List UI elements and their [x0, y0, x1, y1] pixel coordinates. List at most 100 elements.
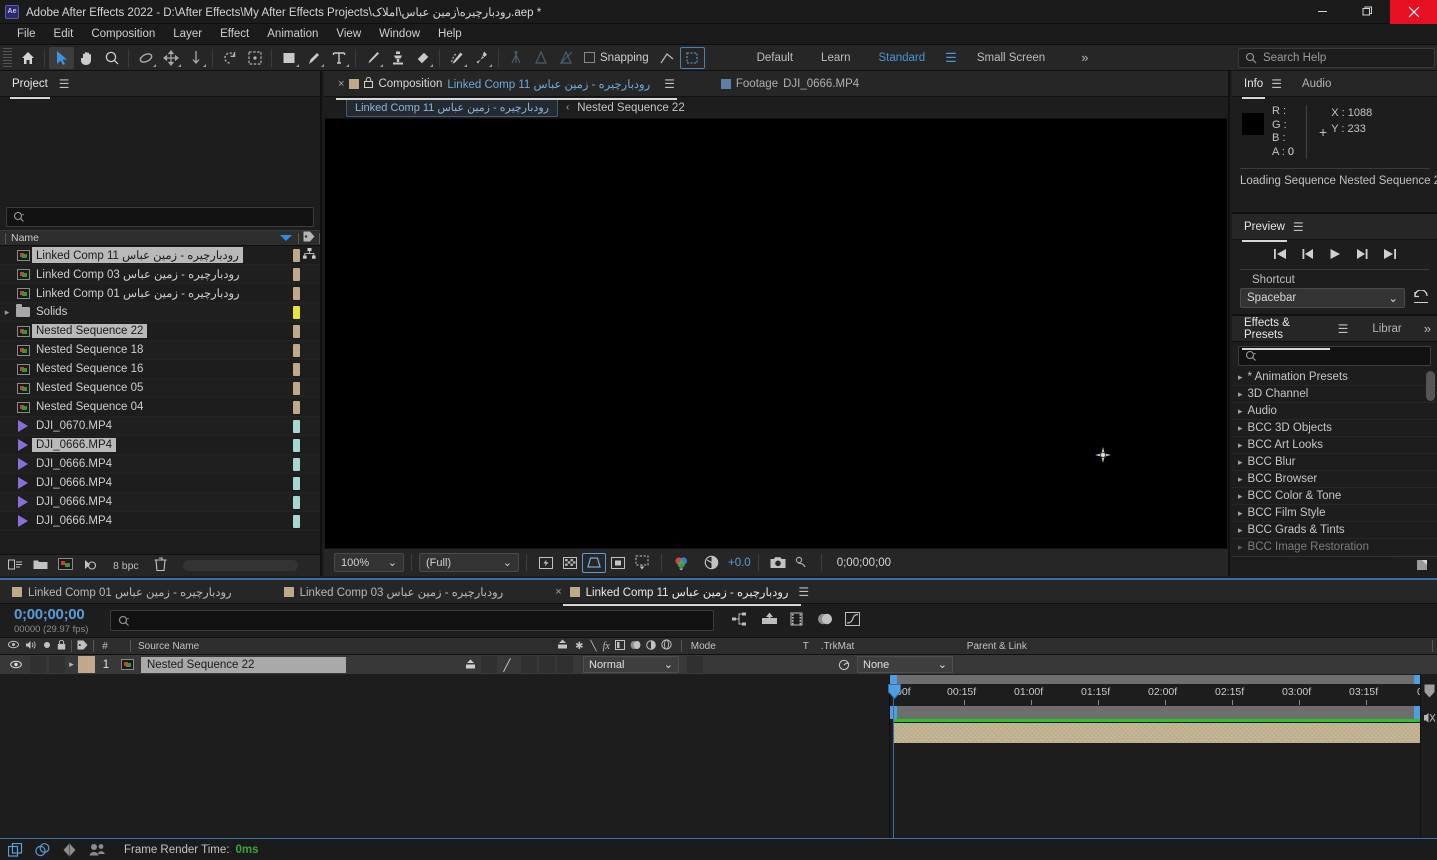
work-area-protect-icon[interactable] — [1421, 684, 1437, 698]
label-color-swatch[interactable] — [293, 514, 300, 528]
last-frame-icon[interactable] — [1383, 248, 1397, 263]
label-color-swatch[interactable] — [293, 362, 300, 376]
proportional-grid-icon[interactable] — [606, 553, 630, 573]
effect-category-2[interactable]: ▸ Audio — [1232, 403, 1437, 420]
workspace-menu-icon[interactable]: ☰ — [939, 50, 963, 66]
twisty-icon[interactable]: ▸ — [1238, 389, 1243, 400]
project-items-list[interactable]: رودبارچیره - زمین عباس Linked Comp 11 رو… — [0, 246, 320, 554]
snapping-checkbox[interactable] — [584, 52, 595, 63]
label-color-swatch[interactable] — [293, 324, 300, 338]
snapshot-camera-icon[interactable] — [766, 553, 790, 573]
work-area-bar-bottom[interactable] — [890, 706, 1437, 719]
twisty-icon[interactable]: ▸ — [1238, 457, 1243, 468]
delete-icon[interactable] — [154, 557, 167, 574]
sort-descending-icon[interactable] — [280, 235, 292, 241]
duplicate-frames-icon[interactable] — [8, 842, 23, 857]
minimize-button[interactable] — [1300, 0, 1345, 24]
first-frame-icon[interactable] — [1273, 248, 1287, 263]
menu-edit[interactable]: Edit — [45, 26, 83, 42]
color-depth-icon[interactable] — [83, 558, 98, 574]
close-icon[interactable]: × — [338, 78, 344, 90]
panel-menu-icon[interactable]: ☰ — [59, 77, 70, 91]
label-color-swatch[interactable] — [293, 305, 300, 319]
layer-mode-select[interactable]: Normal ⌄ — [583, 656, 679, 673]
label-color-swatch[interactable] — [293, 381, 300, 395]
tab-audio[interactable]: Audio — [1300, 74, 1333, 94]
snapping-toggle[interactable]: Snapping — [584, 52, 649, 64]
layer-audio-toggle[interactable] — [30, 656, 46, 673]
timeline-search-input[interactable] — [110, 610, 714, 631]
menu-view[interactable]: View — [327, 26, 370, 42]
hand-tool-icon[interactable] — [74, 47, 99, 69]
tab-footage[interactable]: Footage DJI_0666.MP4 — [715, 74, 865, 94]
twisty-icon[interactable]: ▸ — [1238, 542, 1243, 553]
layer-motionblur-switch[interactable] — [557, 656, 573, 673]
tab-libraries[interactable]: Librar — [1370, 319, 1403, 339]
eraser-tool-icon[interactable] — [410, 47, 435, 69]
label-color-swatch[interactable] — [293, 400, 300, 414]
project-search-input[interactable] — [6, 207, 314, 227]
collaborate-icon[interactable] — [89, 843, 106, 856]
exposure-value[interactable]: +0.0 — [728, 557, 751, 569]
puppet-pin-icon[interactable] — [469, 47, 494, 69]
twisty-icon[interactable]: ▸ — [1238, 423, 1243, 434]
project-item-5[interactable]: Nested Sequence 18 — [0, 341, 320, 360]
layer-frameblend-switch[interactable] — [539, 656, 555, 673]
project-item-6[interactable]: Nested Sequence 16 — [0, 360, 320, 379]
effect-category-4[interactable]: ▸ BCC Art Looks — [1232, 437, 1437, 454]
toolbar-grip[interactable] — [3, 47, 12, 68]
column-trkmat-label[interactable]: .TrkMat — [821, 641, 967, 652]
effect-category-7[interactable]: ▸ BCC Color & Tone — [1232, 488, 1437, 505]
layer-duration-bar[interactable] — [893, 723, 1420, 743]
project-item-13[interactable]: DJI_0666.MP4 — [0, 493, 320, 512]
reset-icon[interactable] — [1413, 289, 1429, 307]
snapping-disabled-icon[interactable] — [553, 47, 578, 69]
play-icon[interactable] — [1329, 248, 1341, 263]
layer-quality-switch[interactable]: ╱ — [497, 656, 517, 674]
preview-panel-menu-icon[interactable]: ☰ — [1293, 220, 1304, 234]
project-item-3[interactable]: ▸ Solids — [0, 303, 320, 322]
previous-frame-icon[interactable] — [1301, 248, 1315, 263]
column-mode-label[interactable]: Mode — [691, 641, 803, 652]
menu-layer[interactable]: Layer — [164, 26, 211, 42]
effect-category-0[interactable]: ▸ * Animation Presets — [1232, 369, 1437, 386]
tab-effects-and-presets[interactable]: Effects & Presets — [1242, 313, 1330, 350]
effect-category-9[interactable]: ▸ BCC Grads & Tints — [1232, 522, 1437, 539]
effect-category-1[interactable]: ▸ 3D Channel — [1232, 386, 1437, 403]
effects-panel-menu-icon[interactable]: ☰ — [1338, 322, 1349, 336]
label-color-swatch[interactable] — [293, 476, 300, 490]
project-item-12[interactable]: DJI_0666.MP4 — [0, 474, 320, 493]
effect-category-10[interactable]: ▸ BCC Image Restoration — [1232, 539, 1437, 556]
menu-help[interactable]: Help — [429, 26, 471, 42]
layer-effects-switch[interactable] — [521, 656, 537, 673]
close-icon[interactable]: × — [555, 586, 561, 598]
search-help-field[interactable]: Search Help — [1238, 47, 1435, 68]
menu-effect[interactable]: Effect — [211, 26, 258, 42]
type-tool-icon[interactable] — [326, 47, 351, 69]
menu-composition[interactable]: Composition — [82, 26, 164, 42]
region-of-interest-icon[interactable] — [242, 47, 267, 69]
clone-stamp-icon[interactable] — [385, 47, 410, 69]
label-color-swatch[interactable] — [293, 419, 300, 433]
project-item-1[interactable]: رودبارچیره - زمین عباس Linked Comp 03 — [0, 265, 320, 284]
composition-viewport[interactable] — [325, 119, 1227, 548]
label-color-swatch[interactable] — [293, 495, 300, 509]
project-item-4[interactable]: Nested Sequence 22 — [0, 322, 320, 341]
roto-brush-icon[interactable] — [444, 47, 469, 69]
twisty-icon[interactable]: ▸ — [0, 307, 14, 318]
bit-depth-label[interactable]: 8 bpc — [108, 559, 144, 573]
timeline-panel-menu-icon[interactable]: ☰ — [798, 585, 809, 599]
composition-timecode[interactable]: 0;00;00;00 — [829, 555, 899, 571]
label-color-swatch[interactable] — [293, 438, 300, 452]
mask-shape-icon[interactable] — [630, 553, 654, 573]
pen-tool-icon[interactable] — [301, 47, 326, 69]
layer-preserve-transparency[interactable] — [687, 656, 703, 673]
maximize-button[interactable] — [1345, 0, 1390, 24]
menu-file[interactable]: File — [8, 26, 45, 42]
exposure-icon[interactable] — [699, 553, 723, 573]
layer-label-color[interactable] — [78, 656, 95, 673]
workspace-default[interactable]: Default — [743, 49, 807, 67]
project-item-7[interactable]: Nested Sequence 05 — [0, 379, 320, 398]
timeline-ruler[interactable]: 00f 00:15f 01:00f 01:15f 02:00f 02:15f 0… — [890, 684, 1437, 706]
project-item-8[interactable]: Nested Sequence 04 — [0, 398, 320, 417]
